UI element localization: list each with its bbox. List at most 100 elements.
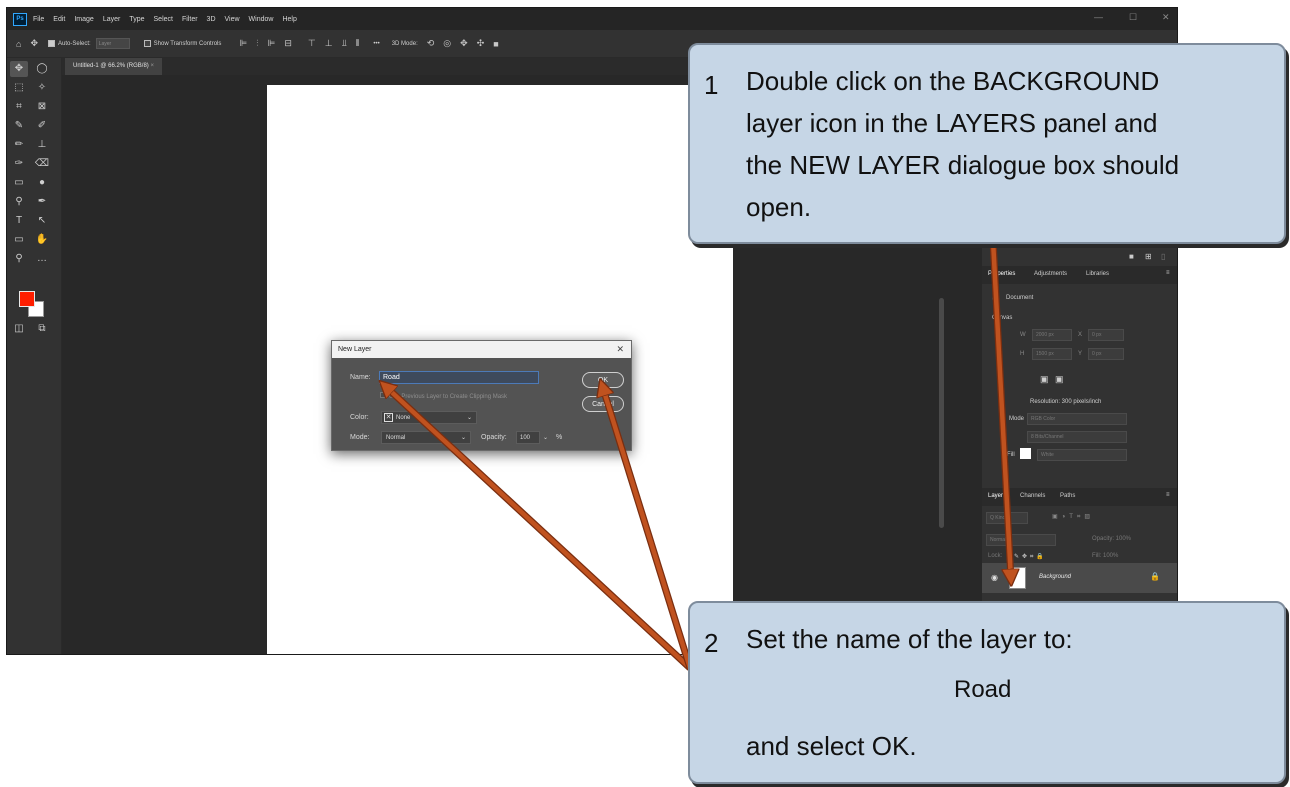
rectangle-tool-icon[interactable]: ▭ <box>10 232 28 248</box>
landscape-orientation-icon[interactable]: ▣ <box>1040 374 1049 385</box>
maximize-icon[interactable]: ☐ <box>1129 12 1137 23</box>
color-dropdown[interactable]: ✕ None ⌄ <box>381 411 477 424</box>
lock-icons[interactable]: ✎✥⌗🔒 <box>1014 553 1047 561</box>
tab-adjustments[interactable]: Adjustments <box>1034 271 1067 277</box>
menu-layer[interactable]: Layer <box>103 16 121 23</box>
menu-window[interactable]: Window <box>249 16 274 23</box>
auto-select-target-dropdown[interactable]: Layer <box>95 38 130 49</box>
align-top-icon[interactable]: ⊤ <box>308 38 316 49</box>
tab-properties[interactable]: Properties <box>988 271 1015 277</box>
move-tool-icon[interactable]: ✥ <box>30 38 38 49</box>
layer-name-input[interactable]: Road <box>379 371 539 384</box>
zoom-tool-icon[interactable]: ⚲ <box>10 251 28 267</box>
history-brush-tool-icon[interactable]: ✑ <box>10 156 28 172</box>
distribute-vertical-icon[interactable]: ⫴ <box>356 38 360 49</box>
quick-mask-icon[interactable]: ◫ <box>10 321 28 337</box>
crop-tool-icon[interactable]: ⌗ <box>10 99 28 115</box>
home-icon[interactable]: ⌂ <box>16 39 21 49</box>
eyedropper-tool-icon[interactable]: ✎ <box>10 118 28 134</box>
3d-slide-icon[interactable]: ✣ <box>477 38 485 49</box>
minimize-icon[interactable]: — <box>1094 12 1103 22</box>
opacity-input[interactable]: 100 <box>516 431 540 444</box>
close-tab-icon[interactable]: × <box>150 63 154 69</box>
tab-paths[interactable]: Paths <box>1060 493 1075 499</box>
background-layer-row[interactable]: ◉ Background 🔒 <box>982 563 1177 593</box>
visibility-eye-icon[interactable]: ◉ <box>991 573 998 582</box>
menu-edit[interactable]: Edit <box>53 16 65 23</box>
menu-filter[interactable]: Filter <box>182 16 198 23</box>
healing-brush-tool-icon[interactable]: ✐ <box>33 118 51 134</box>
document-tab[interactable]: Untitled-1 @ 66.2% (RGB/8) × <box>65 58 162 75</box>
align-middle-icon[interactable]: ⊥ <box>325 38 333 49</box>
distribute-icon[interactable]: ⊟ <box>284 38 292 49</box>
trash-icon[interactable]: ▯ <box>1161 252 1165 261</box>
width-field[interactable]: 2000 px <box>1032 329 1072 341</box>
align-bottom-icon[interactable]: ⫫ <box>342 38 347 49</box>
brush-tool-icon[interactable]: ✏ <box>10 137 28 153</box>
pen-tool-icon[interactable]: ✒ <box>33 194 51 210</box>
fill-dropdown[interactable]: White <box>1037 449 1127 461</box>
layers-menu-icon[interactable]: ≡ <box>1166 492 1170 498</box>
tab-libraries[interactable]: Libraries <box>1086 271 1109 277</box>
menu-select[interactable]: Select <box>154 16 173 23</box>
ok-button[interactable]: OK <box>582 372 624 388</box>
auto-select-checkbox[interactable]: Auto-Select: <box>47 40 91 47</box>
folder-icon[interactable]: ■ <box>1129 252 1134 261</box>
vertical-scrollbar[interactable] <box>939 298 944 528</box>
lasso-tool-icon[interactable]: ◯ <box>33 61 51 77</box>
blend-mode-dropdown[interactable]: Normal <box>986 534 1056 546</box>
align-left-icon[interactable]: ⊫ <box>239 38 247 49</box>
panel-menu-icon[interactable]: ≡ <box>1166 270 1170 276</box>
opacity-stepper-icon[interactable]: ⌄ <box>543 434 548 441</box>
3d-pan-icon[interactable]: ✥ <box>460 38 468 49</box>
menu-help[interactable]: Help <box>282 16 296 23</box>
photoshop-logo-icon[interactable]: Ps <box>13 12 27 26</box>
move-tool-icon[interactable]: ✥ <box>10 61 28 77</box>
gradient-tool-icon[interactable]: ▭ <box>10 175 28 191</box>
bit-depth-dropdown[interactable]: 8 Bits/Channel <box>1027 431 1127 443</box>
menu-type[interactable]: Type <box>129 16 144 23</box>
screen-mode-icon[interactable]: ⧉ <box>33 321 51 337</box>
menu-3d[interactable]: 3D <box>207 16 216 23</box>
clipping-mask-checkbox[interactable]: Use Previous Layer to Create Clipping Ma… <box>380 392 507 400</box>
hand-tool-icon[interactable]: ✋ <box>33 232 51 248</box>
layer-lock-icon[interactable]: 🔒 <box>1150 572 1160 581</box>
color-mode-dropdown[interactable]: RGB Color <box>1027 413 1127 425</box>
dodge-tool-icon[interactable]: ⚲ <box>10 194 28 210</box>
x-field[interactable]: 0 px <box>1088 329 1124 341</box>
menu-file[interactable]: File <box>33 16 44 23</box>
layer-filter-dropdown[interactable]: Q Kind <box>986 512 1028 524</box>
tab-channels[interactable]: Channels <box>1020 493 1045 499</box>
type-tool-icon[interactable]: T <box>10 213 28 229</box>
3d-roll-icon[interactable]: ◎ <box>443 38 451 49</box>
menu-view[interactable]: View <box>225 16 240 23</box>
align-center-icon[interactable]: ⫶ <box>256 38 258 49</box>
cancel-button[interactable]: Cancel <box>582 396 624 412</box>
frame-tool-icon[interactable]: ⊠ <box>33 99 51 115</box>
menu-image[interactable]: Image <box>74 16 93 23</box>
close-window-icon[interactable]: ✕ <box>1162 12 1170 23</box>
fill-swatch[interactable] <box>1020 448 1031 459</box>
eraser-tool-icon[interactable]: ⌫ <box>33 156 51 172</box>
new-item-icon[interactable]: ⊞ <box>1145 252 1152 261</box>
magic-wand-tool-icon[interactable]: ✧ <box>33 80 51 96</box>
more-options-button[interactable]: ••• <box>373 41 379 47</box>
y-field[interactable]: 0 px <box>1088 348 1124 360</box>
align-right-icon[interactable]: ⊫ <box>267 38 275 49</box>
background-layer-thumbnail[interactable] <box>1009 567 1026 589</box>
tab-layers[interactable]: Layers <box>988 493 1006 499</box>
foreground-color-swatch[interactable] <box>19 291 35 307</box>
more-tools-icon[interactable]: … <box>33 251 51 267</box>
height-field[interactable]: 1500 px <box>1032 348 1072 360</box>
path-select-tool-icon[interactable]: ↖ <box>33 213 51 229</box>
dialog-close-icon[interactable]: ✕ <box>616 341 624 358</box>
layer-filter-icons[interactable]: ▣◑T⌗▨ <box>1052 513 1094 521</box>
3d-camera-icon[interactable]: ■ <box>493 39 498 49</box>
clone-stamp-tool-icon[interactable]: ⊥ <box>33 137 51 153</box>
3d-orbit-icon[interactable]: ⟲ <box>427 38 435 49</box>
blur-tool-icon[interactable]: ● <box>33 175 51 191</box>
object-select-tool-icon[interactable]: ⬚ <box>10 80 28 96</box>
portrait-orientation-icon[interactable]: ▣ <box>1055 374 1064 385</box>
blend-mode-dropdown[interactable]: Normal ⌄ <box>381 431 471 444</box>
show-transform-checkbox[interactable]: Show Transform Controls <box>143 40 221 47</box>
